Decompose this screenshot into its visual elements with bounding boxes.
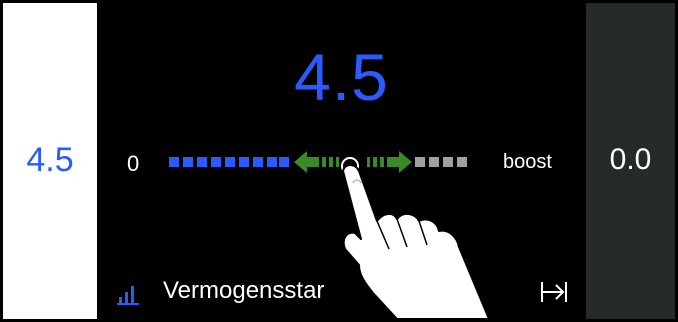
slider-handle[interactable] bbox=[341, 157, 359, 175]
slider-segment-active bbox=[253, 157, 263, 167]
slider-segment-inactive bbox=[415, 157, 425, 167]
power-level-icon bbox=[117, 286, 139, 305]
left-zone-value: 4.5 bbox=[26, 141, 74, 179]
slider-segment-inactive bbox=[429, 157, 439, 167]
slider-segment-active bbox=[225, 157, 235, 167]
power-slider[interactable] bbox=[97, 3, 586, 319]
drag-right-arrow-icon bbox=[367, 151, 412, 173]
slider-segment-active bbox=[169, 157, 179, 167]
slider-segment-active bbox=[197, 157, 207, 167]
slider-segment-inactive bbox=[457, 157, 467, 167]
slider-active-segments bbox=[169, 157, 289, 167]
slider-inactive-segments bbox=[415, 157, 467, 167]
left-zone-panel[interactable]: 4.5 bbox=[3, 3, 97, 319]
slider-segment-active bbox=[183, 157, 193, 167]
slider-segment-active bbox=[267, 157, 277, 167]
slider-segment-active bbox=[211, 157, 221, 167]
slider-segment-active bbox=[279, 157, 289, 167]
slider-segment-active bbox=[239, 157, 249, 167]
main-zone-panel: 4.5 0 boost Vermogensstar bbox=[97, 3, 586, 319]
right-zone-value: 0.0 bbox=[609, 143, 652, 176]
right-zone-panel[interactable]: 0.0 bbox=[586, 3, 675, 319]
cooktop-display: 4.5 4.5 0 boost Vermogensstar 0.0 bbox=[0, 0, 678, 322]
drag-left-arrow-icon bbox=[294, 151, 339, 173]
mode-label: Vermogensstar bbox=[163, 277, 325, 304]
slider-segment-inactive bbox=[443, 157, 453, 167]
tab-right-arrow-icon[interactable] bbox=[540, 279, 568, 305]
